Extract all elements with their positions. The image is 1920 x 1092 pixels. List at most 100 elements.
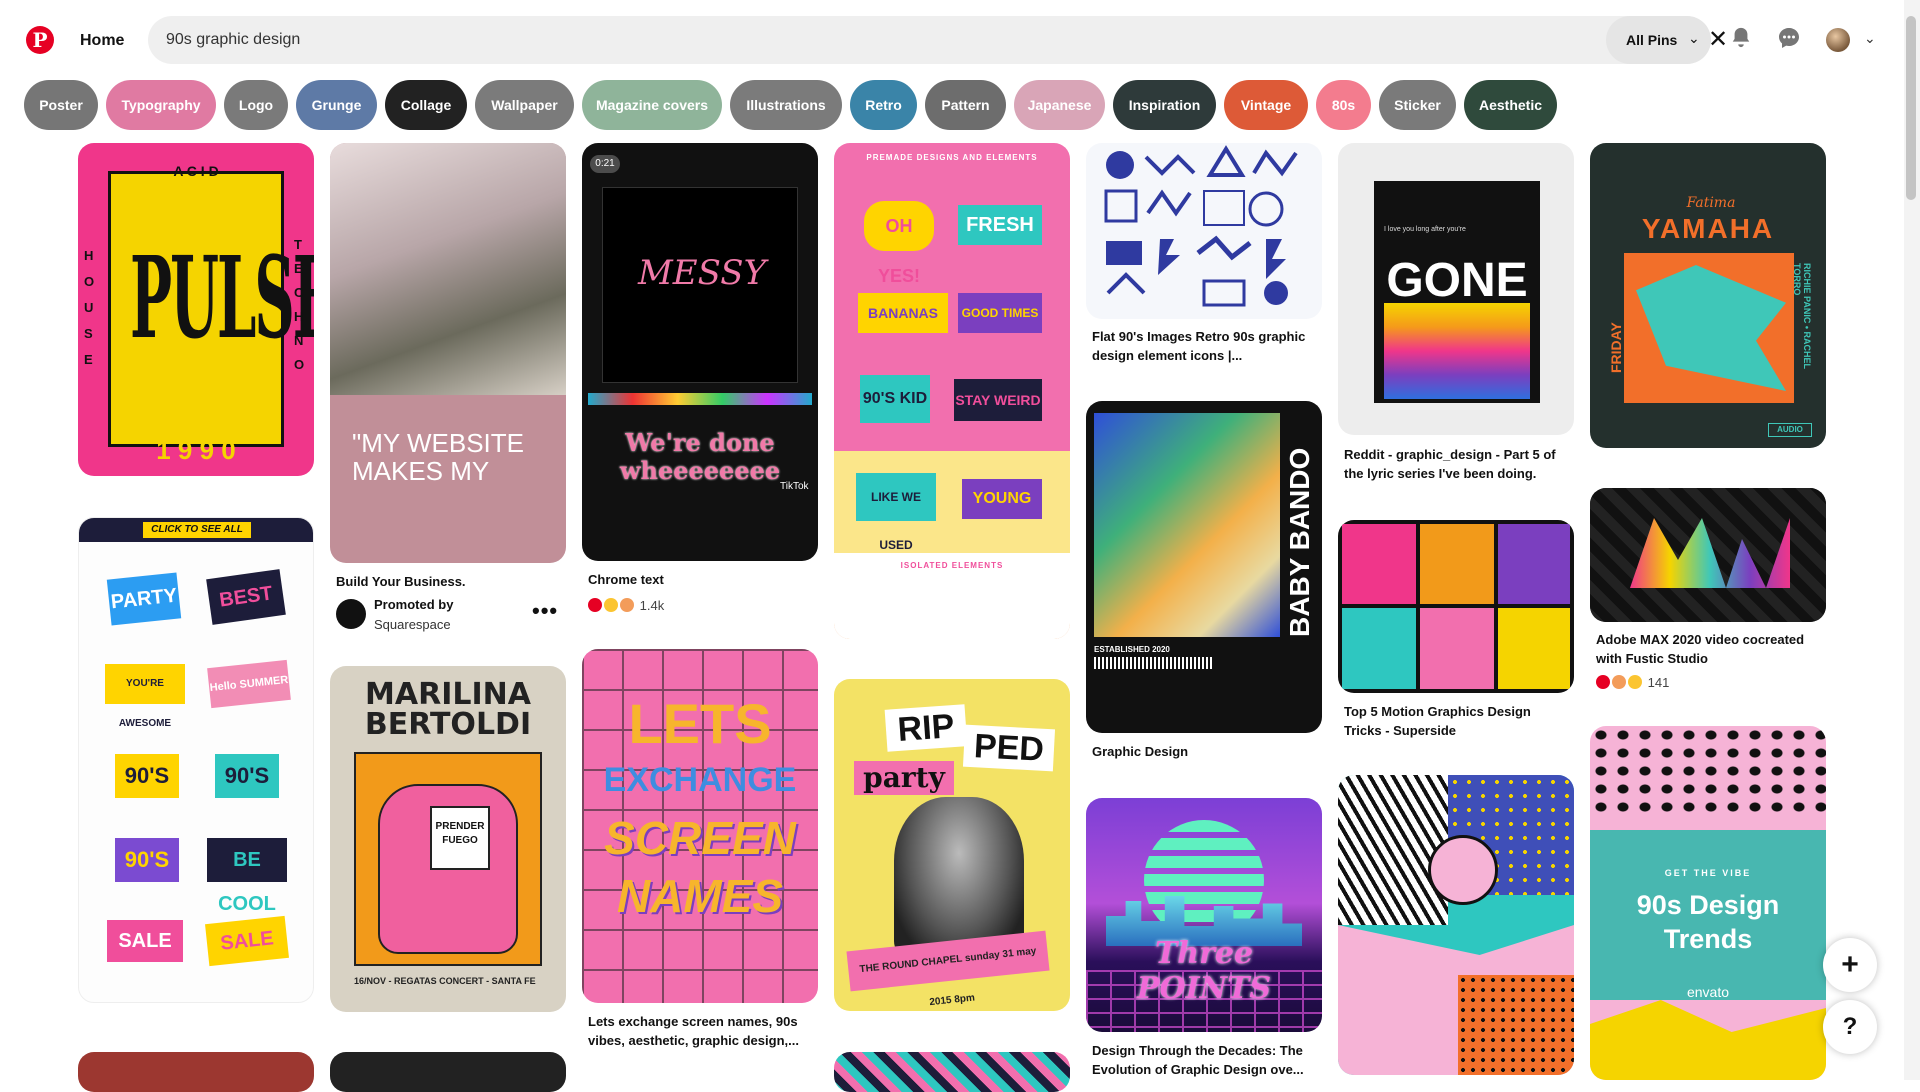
pin-three-points-synthwave[interactable]: Three POINTS <box>1086 798 1322 1032</box>
pin-caption-adobe-max[interactable]: Adobe MAX 2020 video cocreated with Fust… <box>1596 630 1824 668</box>
sticker-like-we-used: LIKE WE USED <box>856 473 936 552</box>
chip-inspiration[interactable]: Inspiration <box>1113 80 1216 130</box>
chip-sticker[interactable]: Sticker <box>1379 80 1456 130</box>
sticker-sale-1: SALE <box>107 920 183 962</box>
chip-poster[interactable]: Poster <box>24 80 98 130</box>
pin-caption-motion-graphics[interactable]: Top 5 Motion Graphics Design Tricks - Su… <box>1344 702 1572 740</box>
leopard-pattern <box>1590 726 1826 816</box>
create-plus-button[interactable]: + <box>1823 938 1877 992</box>
poster-left-text: H O U S E <box>84 248 95 367</box>
pin-baby-bando-poster[interactable]: BABY BANDO ESTABLISHED 2020 <box>1086 401 1322 733</box>
sticker-fresh: FRESH <box>958 205 1042 245</box>
pin-caption-graphic-design[interactable]: Graphic Design <box>1092 742 1320 761</box>
chip-aesthetic[interactable]: Aesthetic <box>1464 80 1557 130</box>
pin-gone-lyric-poster[interactable]: I love you long after you're GONE <box>1338 143 1574 435</box>
sticker-party: PARTY <box>106 572 182 626</box>
pin-lets-exchange-screen-names[interactable]: LETS EXCHANGE SCREEN NAMES <box>582 649 818 1003</box>
reaction-count: 1.4k <box>639 598 665 613</box>
chip-grunge[interactable]: Grunge <box>296 80 377 130</box>
poster-audio-tag: AUDIO <box>1768 423 1812 437</box>
poster-names-text: RICHIE PANIC • RACHEL TORRO <box>1792 263 1812 369</box>
pin-caption-lets-exchange[interactable]: Lets exchange screen names, 90s vibes, a… <box>588 1012 816 1050</box>
reactions-adobe-max[interactable]: 141 <box>1596 675 1669 690</box>
pin-caption-chrome-text[interactable]: Chrome text <box>588 570 816 589</box>
reaction-count: 141 <box>1647 675 1670 690</box>
established-text: ESTABLISHED 2020 <box>1094 645 1170 654</box>
user-avatar[interactable] <box>1826 28 1850 52</box>
reactions-chrome-text[interactable]: 1.4k <box>588 598 664 613</box>
chip-wallpaper[interactable]: Wallpaper <box>475 80 574 130</box>
poster-title: PULSE <box>130 233 314 365</box>
singer-photo <box>894 797 1024 957</box>
click-to-see-all-label: CLICK TO SEE ALL <box>143 522 251 538</box>
pin-squarespace-ad[interactable]: "MY WEBSITE MAKES MY <box>330 143 566 563</box>
pin-flat-90s-icons[interactable] <box>1086 143 1322 319</box>
sticker-90s-1: 90'S <box>115 754 179 798</box>
chip-pattern[interactable]: Pattern <box>925 80 1006 130</box>
ad-caption[interactable]: Build Your Business. <box>336 572 564 591</box>
pin-partial-col4[interactable] <box>834 1052 1070 1092</box>
notifications-bell-icon[interactable] <box>1730 26 1752 48</box>
pin-90s-sticker-designs[interactable]: PREMADE DESIGNS AND ELEMENTS OH YES! FRE… <box>834 143 1070 639</box>
poster-footer: 16/NOV - REGATAS CONCERT - SANTA FE <box>354 976 536 986</box>
chip-typography[interactable]: Typography <box>106 80 216 130</box>
video-overlay-text: We're done wheeeeeeee <box>619 428 781 485</box>
squarespace-logo-icon[interactable] <box>336 599 366 629</box>
video-timer: 0:21 <box>590 155 620 173</box>
sticker-best: BEST <box>206 569 286 625</box>
scrollbar-thumb[interactable] <box>1906 16 1916 200</box>
yellow-wave <box>1590 1000 1826 1080</box>
sticker-90s-kid: 90'S KID <box>860 375 930 423</box>
heart-text: MESSY <box>637 253 767 293</box>
tiktok-badge: TikTok <box>780 481 809 492</box>
pin-caption-reddit-gone[interactable]: Reddit - graphic_design - Part 5 of the … <box>1344 445 1572 483</box>
more-options-icon[interactable]: ••• <box>532 598 558 624</box>
heart-reaction-icon <box>588 598 602 612</box>
pin-chrome-text-video[interactable]: 0:21 MESSY We're done wheeeeeeee TikTok <box>582 143 818 561</box>
all-pins-filter-button[interactable]: All Pins ⌄ <box>1606 16 1711 64</box>
chip-retro[interactable]: Retro <box>850 80 917 130</box>
pin-ripped-party-poster[interactable]: RIP PED party THE ROUND CHAPEL sunday 31… <box>834 679 1070 1011</box>
poster-matchbox: PRENDER FUEGO <box>430 806 490 870</box>
messages-icon[interactable] <box>1777 26 1801 50</box>
pin-caption-design-decades[interactable]: Design Through the Decades: The Evolutio… <box>1092 1041 1320 1079</box>
sticker-youre-awesome: YOU'RE AWESOME <box>105 664 185 729</box>
pin-motion-graphics-collage[interactable] <box>1338 520 1574 693</box>
sticker-good-times: GOOD TIMES <box>958 293 1042 333</box>
pin-90s-stickers-pack[interactable]: CLICK TO SEE ALL PARTY BEST YOU'RE AWESO… <box>78 517 314 1003</box>
wow-reaction-icon <box>1612 675 1626 689</box>
envato-small-text: GET THE VIBE <box>1664 868 1752 878</box>
pin-partial-col1[interactable] <box>78 1052 314 1092</box>
pin-caption-flat-icons[interactable]: Flat 90's Images Retro 90s graphic desig… <box>1092 327 1320 365</box>
pin-partial-col2[interactable] <box>330 1052 566 1092</box>
gone-title: GONE <box>1386 254 1528 307</box>
chip-japanese[interactable]: Japanese <box>1014 80 1105 130</box>
search-bar[interactable]: 90s graphic design ✕ <box>148 16 1728 64</box>
home-link[interactable]: Home <box>80 32 124 50</box>
chip-vintage[interactable]: Vintage <box>1224 80 1308 130</box>
account-chevron-down-icon[interactable]: ⌄ <box>1864 30 1876 47</box>
pin-adobe-max-video[interactable] <box>1590 488 1826 622</box>
help-button[interactable]: ? <box>1823 1000 1877 1054</box>
baby-bando-vertical-text: BABY BANDO <box>1284 447 1315 637</box>
collage-tile-3 <box>1498 524 1570 604</box>
pin-yamaha-poster[interactable]: Fatima YAMAHA FRIDAY RICHIE PANIC • RACH… <box>1590 143 1826 448</box>
advertiser-name[interactable]: Squarespace <box>374 617 451 632</box>
collage-tile-4 <box>1342 608 1416 689</box>
search-input[interactable]: 90s graphic design <box>166 31 300 49</box>
chip-collage[interactable]: Collage <box>385 80 467 130</box>
sticker-hello-summer: Hello SUMMER <box>207 659 291 709</box>
pin-memphis-pattern[interactable] <box>1338 775 1574 1075</box>
pin-envato-90s-trends[interactable]: GET THE VIBE 90s Design Trends envato <box>1590 726 1826 1080</box>
pin-marilina-bertoldi[interactable]: MARILINA BERTOLDI PRENDER FUEGO 16/NOV -… <box>330 666 566 1012</box>
chip-illustrations[interactable]: Illustrations <box>730 80 842 130</box>
clear-search-icon[interactable]: ✕ <box>1708 28 1728 52</box>
pattern-circle <box>1428 835 1498 905</box>
three-points-title: Three POINTS <box>1136 936 1272 1006</box>
collage-tile-1 <box>1342 524 1416 604</box>
pinterest-logo-icon[interactable]: P <box>26 26 54 54</box>
chip-80s[interactable]: 80s <box>1316 80 1371 130</box>
chip-magazine-covers[interactable]: Magazine covers <box>582 80 722 130</box>
pin-acid-pulse-poster[interactable]: A C I D PULSE H O U S E T E C H N O 1 9 … <box>78 143 314 476</box>
chip-logo[interactable]: Logo <box>224 80 288 130</box>
